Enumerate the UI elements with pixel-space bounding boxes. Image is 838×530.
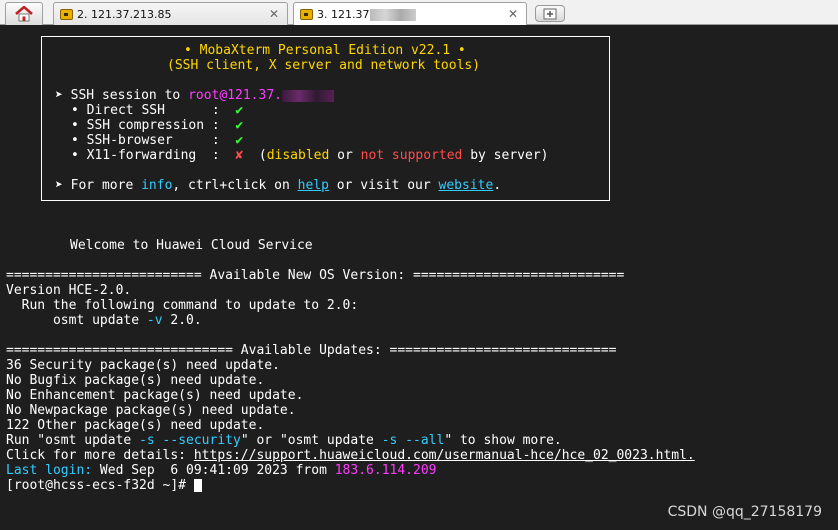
last-login-ip: 183.6.114.209 <box>334 463 437 478</box>
tab-session-3[interactable]: 3. 121.37 ✕ <box>293 2 527 26</box>
check-icon: ✔ <box>235 118 244 133</box>
run-command-line: Run "osmt update -s --security" or "osmt… <box>6 433 562 448</box>
feature-label: • Direct SSH : <box>71 103 236 118</box>
last-login-date: Wed Sep 6 09:41:09 2023 from <box>92 463 335 478</box>
key-icon <box>300 9 313 20</box>
text-cursor <box>193 479 202 492</box>
details-line: Click for more details: https://support.… <box>6 448 695 463</box>
feature-label: • SSH compression : <box>71 118 236 133</box>
tab-title: 3. 121.37 <box>317 8 370 21</box>
update-line: No Enhancement package(s) need update. <box>6 388 304 403</box>
tab-bar: 2. 121.37.213.85 ✕ 3. 121.37 ✕ <box>0 0 838 26</box>
session-prefix: ➤ SSH session to <box>55 88 189 103</box>
shell-prompt: [root@hcss-ecs-f32d ~]# <box>6 478 194 493</box>
more-visit: or visit our <box>328 178 439 193</box>
home-tab[interactable] <box>5 2 43 25</box>
last-login-label: Last login: <box>6 463 93 478</box>
banner-subtitle: (SSH client, X server and network tools) <box>167 58 481 73</box>
feature-ssh-browser: • SSH-browser : ✔ <box>71 133 243 148</box>
terminal[interactable]: • MobaXterm Personal Edition v22.1 • (SS… <box>0 25 838 530</box>
run-text: " to show more. <box>444 433 562 448</box>
x11-or: or <box>329 148 361 163</box>
plus-icon <box>543 8 557 19</box>
redacted-ip <box>281 89 334 102</box>
tab-session-2[interactable]: 2. 121.37.213.85 ✕ <box>53 2 288 25</box>
update-line: No Newpackage package(s) need update. <box>6 403 296 418</box>
updates-header: ============================= Available … <box>6 343 617 358</box>
run-text: Run "osmt update <box>6 433 140 448</box>
session-host: root@121.37. <box>188 88 282 103</box>
x11-open: ( <box>243 148 267 163</box>
os-run-line: Run the following command to update to 2… <box>6 298 359 313</box>
redacted-address <box>370 8 417 21</box>
x11-not-supported: not supported <box>360 148 463 163</box>
ssh-session-line: ➤ SSH session to root@121.37. <box>55 88 334 103</box>
close-tab-icon[interactable]: ✕ <box>269 7 279 21</box>
details-prefix: Click for more details: <box>6 448 194 463</box>
feature-ssh-compression: • SSH compression : ✔ <box>71 118 243 133</box>
cmd-text: osmt update <box>6 313 147 328</box>
watermark: CSDN @qq_27158179 <box>667 504 822 520</box>
run-flag: -s --security <box>139 433 241 448</box>
website-link[interactable]: website <box>439 178 494 193</box>
feature-label: • X11-forwarding : <box>71 148 236 163</box>
run-flag: -s --all <box>381 433 445 448</box>
feature-label: • SSH-browser : <box>71 133 236 148</box>
more-end: . <box>493 178 502 193</box>
update-line: No Bugfix package(s) need update. <box>6 373 265 388</box>
welcome-message: Welcome to Huawei Cloud Service <box>70 238 313 253</box>
cmd-flag: -v <box>146 313 163 328</box>
home-icon <box>15 6 33 22</box>
tab-title: 2. 121.37.213.85 <box>77 7 172 21</box>
close-tab-icon[interactable]: ✕ <box>508 7 518 21</box>
check-icon: ✔ <box>235 103 244 118</box>
more-prefix: ➤ For more <box>55 178 142 193</box>
new-tab-button[interactable] <box>535 5 565 22</box>
check-icon: ✔ <box>235 133 244 148</box>
last-login-line: Last login: Wed Sep 6 09:41:09 2023 from… <box>6 463 436 478</box>
key-icon <box>60 8 73 20</box>
x11-close: by server) <box>462 148 549 163</box>
os-version-line: Version HCE-2.0. <box>6 283 132 298</box>
feature-direct-ssh: • Direct SSH : ✔ <box>71 103 243 118</box>
more-info-line: ➤ For more info, ctrl+click on help or v… <box>55 178 501 193</box>
os-update-command: osmt update -v 2.0. <box>6 313 202 328</box>
info-link[interactable]: info <box>141 178 172 193</box>
run-text: " or "osmt update <box>240 433 382 448</box>
more-middle: , ctrl+click on <box>172 178 298 193</box>
os-version-header: ========================= Available New … <box>6 268 625 283</box>
details-link[interactable]: https://support.huaweicloud.com/usermanu… <box>194 448 695 463</box>
x11-disabled: disabled <box>266 148 330 163</box>
help-link[interactable]: help <box>298 178 329 193</box>
cmd-end: 2.0. <box>162 313 202 328</box>
update-line: 122 Other package(s) need update. <box>6 418 265 433</box>
feature-x11-forwarding: • X11-forwarding : ✘ (disabled or not su… <box>71 148 548 163</box>
shell-prompt-line[interactable]: [root@hcss-ecs-f32d ~]# <box>6 478 202 493</box>
update-line: 36 Security package(s) need update. <box>6 358 280 373</box>
banner-title: • MobaXterm Personal Edition v22.1 • <box>184 43 466 58</box>
